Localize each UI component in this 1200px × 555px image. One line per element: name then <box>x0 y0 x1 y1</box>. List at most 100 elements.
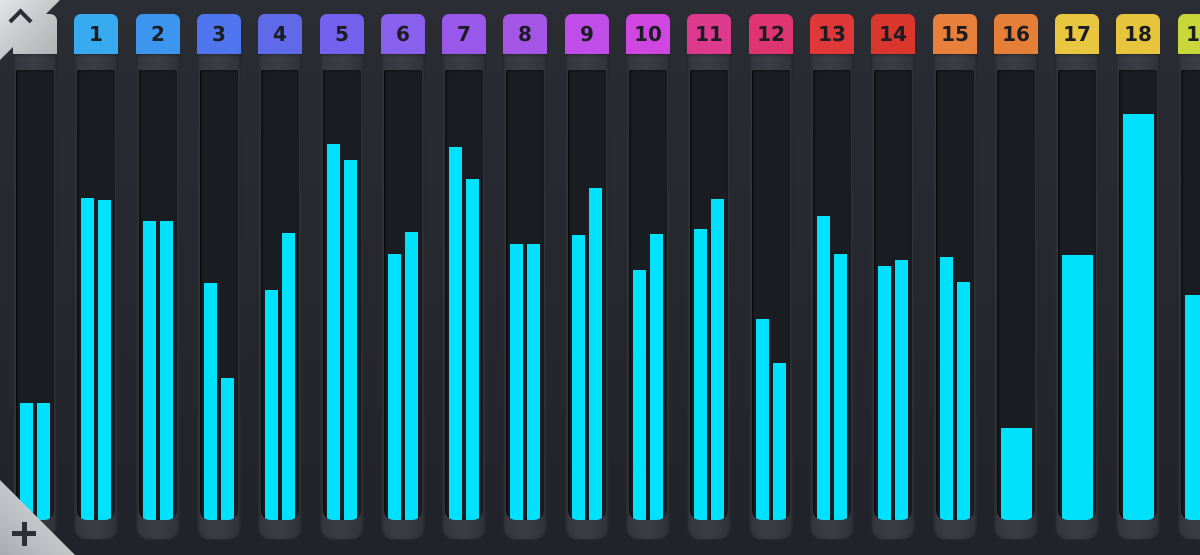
channel-strip: 14 <box>871 14 915 540</box>
level-meter <box>1061 255 1093 520</box>
channel-tab[interactable]: 5 <box>320 14 364 54</box>
channel-strip: 17 <box>1055 14 1099 540</box>
level-meter-left <box>449 147 462 520</box>
channel-tab[interactable]: 10 <box>626 14 670 54</box>
level-meter-right <box>160 221 173 520</box>
channel-body <box>810 54 854 540</box>
channel-tab[interactable]: 18 <box>1116 14 1160 54</box>
channel-tab[interactable]: 4 <box>258 14 302 54</box>
meter-well <box>445 70 483 520</box>
level-meter-left <box>510 244 523 520</box>
meter-well <box>997 70 1035 520</box>
level-meter <box>1122 114 1154 520</box>
channel-body <box>994 54 1038 540</box>
channel-tab[interactable]: 17 <box>1055 14 1099 54</box>
level-meter-right <box>282 233 295 520</box>
level-meter-right <box>37 403 50 520</box>
channel-strip: 10 <box>626 14 670 540</box>
meter-well <box>874 70 912 520</box>
channel-body <box>381 54 425 540</box>
meter-well <box>1181 70 1200 520</box>
channel-strip: 1 <box>74 14 118 540</box>
meter-well <box>568 70 606 520</box>
level-meter-left <box>143 221 156 520</box>
level-meter-right <box>98 200 111 520</box>
channel-body <box>749 54 793 540</box>
meter-well <box>261 70 299 520</box>
channel-strip: 12 <box>749 14 793 540</box>
channel-strip: 15 <box>933 14 977 540</box>
meter-well <box>139 70 177 520</box>
channel-tab[interactable]: 1 <box>74 14 118 54</box>
level-meter-right <box>405 232 418 520</box>
level-meter-right <box>527 244 540 520</box>
mixer-panel: 12345678910111213141516171819 <box>0 0 1200 555</box>
channel-strip: 6 <box>381 14 425 540</box>
channel-strip: 11 <box>687 14 731 540</box>
channel-tab[interactable]: 9 <box>565 14 609 54</box>
channel-tab[interactable]: 14 <box>871 14 915 54</box>
channel-body <box>136 54 180 540</box>
channel-body <box>320 54 364 540</box>
level-meter-right <box>221 378 234 520</box>
meter-well <box>323 70 361 520</box>
level-meter-right <box>466 179 479 520</box>
channel-strip: 8 <box>503 14 547 540</box>
channel-strip <box>13 14 57 540</box>
level-meter-left <box>81 198 94 520</box>
level-meter-right <box>957 282 970 520</box>
level-meter-right <box>650 234 663 520</box>
channel-body <box>1116 54 1160 540</box>
meter-well <box>629 70 667 520</box>
level-meter-right <box>711 199 724 520</box>
channel-tab[interactable]: 19 <box>1178 14 1200 54</box>
level-meter-right <box>834 254 847 520</box>
level-meter-left <box>327 144 340 520</box>
level-meter-right <box>344 160 357 520</box>
channel-strip: 7 <box>442 14 486 540</box>
channel-body <box>626 54 670 540</box>
level-meter-left <box>265 290 278 520</box>
channel-tab[interactable]: 7 <box>442 14 486 54</box>
channel-strip: 18 <box>1116 14 1160 540</box>
channel-body <box>1178 54 1200 540</box>
meter-well <box>752 70 790 520</box>
channel-body <box>74 54 118 540</box>
channel-tab[interactable]: 13 <box>810 14 854 54</box>
meter-well <box>690 70 728 520</box>
channel-strip: 2 <box>136 14 180 540</box>
meter-well <box>200 70 238 520</box>
meter-well <box>1058 70 1096 520</box>
level-meter-left <box>572 235 585 520</box>
channel-tab[interactable]: 3 <box>197 14 241 54</box>
meter-well <box>936 70 974 520</box>
channel-body <box>258 54 302 540</box>
level-meter <box>1184 295 1200 520</box>
meter-well <box>1119 70 1157 520</box>
channel-tab[interactable]: 11 <box>687 14 731 54</box>
channel-tab[interactable]: 12 <box>749 14 793 54</box>
level-meter-left <box>940 257 953 520</box>
channel-strip: 3 <box>197 14 241 540</box>
level-meter-left <box>756 319 769 520</box>
channel-body <box>871 54 915 540</box>
level-meter <box>1000 428 1032 520</box>
channel-tab[interactable]: 16 <box>994 14 1038 54</box>
channel-strip: 5 <box>320 14 364 540</box>
meter-well <box>813 70 851 520</box>
level-meter-left <box>204 283 217 520</box>
level-meter-left <box>817 216 830 520</box>
channel-tab[interactable]: 6 <box>381 14 425 54</box>
channel-body <box>1055 54 1099 540</box>
channel-tab[interactable]: 15 <box>933 14 977 54</box>
channel-tab[interactable]: 8 <box>503 14 547 54</box>
channel-tab[interactable]: 2 <box>136 14 180 54</box>
level-meter-left <box>388 254 401 520</box>
channel-body <box>442 54 486 540</box>
channel-strip: 19 <box>1178 14 1200 540</box>
level-meter-right <box>773 363 786 520</box>
meter-well <box>77 70 115 520</box>
meter-well <box>506 70 544 520</box>
meter-well <box>16 70 54 520</box>
level-meter-right <box>589 188 602 520</box>
